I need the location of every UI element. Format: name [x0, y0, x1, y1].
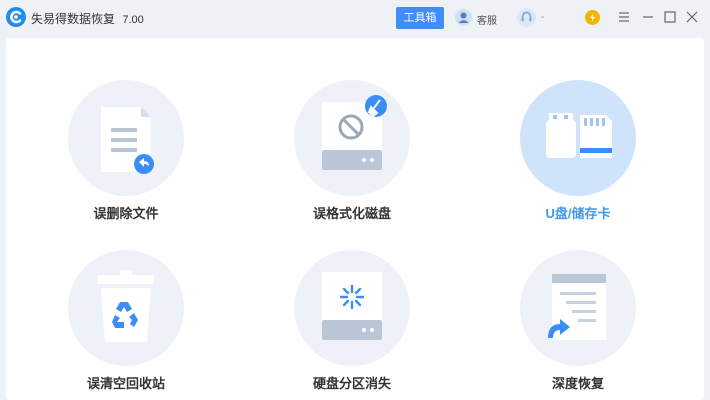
minimize-icon[interactable] [640, 9, 656, 25]
user-avatar-icon[interactable] [517, 8, 536, 27]
customer-service-label[interactable]: 客服 [477, 12, 497, 27]
toolbox-button[interactable]: 工具箱 [396, 7, 444, 29]
recovery-mode-panel: 误删除文件 误格式化磁盘 U盘/储存卡 误清空回收站 硬盘分区消失 深度恢复 [6, 38, 704, 400]
recycle-bin-icon [98, 270, 154, 342]
tile-circle [294, 250, 410, 366]
customer-service-icon[interactable] [455, 9, 472, 26]
tile-usb-memory-card[interactable]: U盘/储存卡 [498, 76, 658, 236]
vip-icon[interactable] [585, 10, 600, 25]
user-label: - [541, 12, 545, 23]
app-version: 7.00 [122, 14, 144, 26]
tile-deleted-files[interactable]: 误删除文件 [46, 76, 206, 236]
maximize-icon[interactable] [662, 9, 678, 25]
tile-label: 误格式化磁盘 [312, 206, 391, 221]
tile-circle [68, 80, 184, 196]
app-logo-icon [6, 7, 26, 27]
close-icon[interactable] [684, 9, 700, 25]
tile-circle [520, 250, 636, 366]
partition-disk-icon [322, 272, 382, 340]
tile-circle [68, 250, 184, 366]
tile-formatted-disk[interactable]: 误格式化磁盘 [272, 76, 432, 236]
tile-deep-recovery[interactable]: 深度恢复 [498, 246, 658, 400]
tile-circle [520, 80, 636, 196]
app-title: 失易得数据恢复 7.00 [31, 10, 144, 27]
tile-label: 深度恢复 [551, 376, 604, 391]
tile-label: 误清空回收站 [86, 376, 165, 391]
tile-recycle-bin[interactable]: 误清空回收站 [46, 246, 206, 400]
tile-lost-partition[interactable]: 硬盘分区消失 [272, 246, 432, 400]
tile-label: U盘/储存卡 [545, 206, 611, 221]
app-name: 失易得数据恢复 [31, 12, 116, 26]
tile-label: 硬盘分区消失 [312, 376, 391, 391]
usb-card-icon [546, 113, 612, 158]
deep-scan-icon [548, 274, 606, 340]
title-bar: 失易得数据恢复 7.00 工具箱 客服 - [0, 0, 710, 36]
tile-circle [294, 80, 410, 196]
tile-label: 误删除文件 [93, 206, 159, 221]
menu-icon[interactable] [616, 9, 632, 25]
formatted-disk-icon [322, 95, 387, 170]
document-restore-icon [101, 107, 154, 174]
